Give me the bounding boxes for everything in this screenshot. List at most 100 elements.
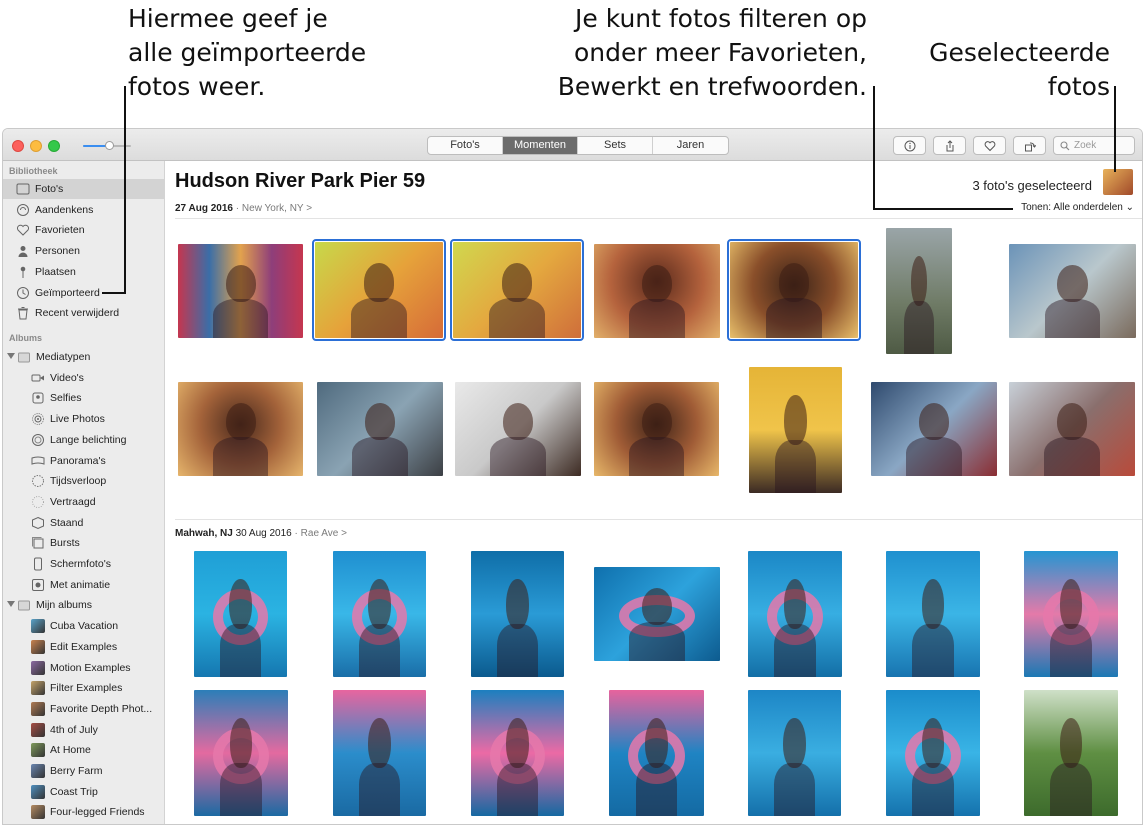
photo-thumbnail[interactable] [333, 551, 426, 677]
close-button[interactable] [12, 140, 24, 152]
callout-line: onder meer Favorieten, [573, 38, 867, 67]
moment-subtitle-2[interactable]: Mahwah, NJ 30 Aug 2016 · Rae Ave > [175, 528, 347, 539]
sidebar-item[interactable]: Met animatie [3, 575, 164, 595]
photo-thumbnail-selected[interactable] [727, 239, 861, 341]
rotate-button[interactable] [1013, 136, 1046, 155]
photo-thumbnail[interactable] [1024, 551, 1118, 677]
video-icon [31, 371, 45, 385]
portrait-icon [31, 516, 45, 530]
sidebar-item[interactable]: Plaatsen [3, 262, 164, 282]
sidebar-item[interactable]: 4th of July [3, 720, 164, 740]
subject-body-shape [220, 763, 262, 816]
separator-dot: · [235, 203, 240, 214]
photo-thumbnail[interactable] [594, 567, 720, 661]
photo-thumbnail-selected[interactable] [450, 239, 584, 341]
photo-thumbnail[interactable] [748, 551, 842, 677]
photo-thumbnail[interactable] [194, 551, 287, 677]
search-field[interactable]: Zoek [1053, 136, 1135, 155]
tab-moments[interactable]: Momenten [503, 137, 578, 154]
sidebar-item[interactable]: Live Photos [3, 409, 164, 429]
tab-years[interactable]: Jaren [653, 137, 728, 154]
subject-shape [368, 578, 391, 630]
moment-date: 30 Aug 2016 [235, 528, 292, 539]
subject-body-shape [765, 297, 823, 338]
sidebar-item[interactable]: Coast Trip [3, 782, 164, 802]
sidebar-item[interactable]: Video's [3, 368, 164, 388]
sidebar-item-label: Bursts [50, 537, 80, 550]
subject-shape [641, 264, 673, 303]
sidebar-item[interactable]: Favorite Depth Phot... [3, 699, 164, 719]
sidebar-item[interactable]: Geïmporteerd [3, 283, 164, 303]
photo-thumbnail[interactable] [194, 690, 288, 816]
photo-thumbnail[interactable] [178, 244, 303, 338]
photo-thumbnail[interactable] [748, 690, 841, 816]
sidebar-item-label: Cuba Vacation [50, 620, 119, 633]
photo-thumbnail[interactable] [1024, 690, 1118, 816]
disclosure-triangle-icon[interactable] [7, 353, 15, 359]
sidebar-item[interactable]: Recent verwijderd [3, 303, 164, 323]
photo-thumbnail[interactable] [317, 382, 443, 476]
sidebar-item[interactable]: Bursts [3, 533, 164, 553]
favorite-button[interactable] [973, 136, 1006, 155]
photo-thumbnail[interactable] [1009, 244, 1136, 338]
photo-thumbnail[interactable] [886, 690, 980, 816]
sidebar-item[interactable]: Schermfoto's [3, 554, 164, 574]
subject-shape [1057, 264, 1088, 303]
subject-body-shape [213, 436, 268, 476]
share-icon [946, 139, 953, 151]
sidebar-item[interactable]: Cuba Vacation [3, 616, 164, 636]
callout-line: fotos [1047, 72, 1110, 101]
info-button[interactable] [893, 136, 926, 155]
sidebar-item[interactable]: Mijn albums [3, 595, 164, 615]
sidebar-item[interactable]: Edit Examples [3, 637, 164, 657]
sidebar-item[interactable]: Lange belichting [3, 430, 164, 450]
photo-thumbnail[interactable] [871, 382, 997, 476]
callout-line: Je kunt fotos filteren op [575, 4, 867, 33]
sidebar-item[interactable]: Selfies [3, 388, 164, 408]
minimize-button[interactable] [30, 140, 42, 152]
photo-thumbnail[interactable] [886, 551, 980, 677]
zoom-button[interactable] [48, 140, 60, 152]
slider-knob[interactable] [105, 141, 114, 150]
sidebar-item[interactable]: Aandenkens [3, 200, 164, 220]
selected-photos-thumbnail[interactable] [1103, 169, 1133, 195]
sidebar-item[interactable]: Four-legged Friends [3, 802, 164, 822]
photo-thumbnail-selected[interactable] [312, 239, 446, 341]
photo-thumbnail[interactable] [333, 690, 426, 816]
subject-shape [921, 578, 945, 630]
photo-thumbnail[interactable] [594, 382, 719, 476]
sidebar-item[interactable]: Personen [3, 241, 164, 261]
photo-thumbnail[interactable] [594, 244, 720, 338]
photo-thumbnail[interactable] [749, 367, 842, 493]
photo-thumbnail[interactable] [886, 228, 952, 354]
photo-thumbnail[interactable] [609, 690, 704, 816]
sidebar-item-label: Selfies [50, 392, 82, 405]
moment-subtitle[interactable]: 27 Aug 2016 · New York, NY > [175, 203, 312, 214]
sidebar-item[interactable]: Staand [3, 513, 164, 533]
photo-thumbnail[interactable] [178, 382, 303, 476]
share-button[interactable] [933, 136, 966, 155]
sidebar-item[interactable]: Tijdsverloop [3, 471, 164, 491]
photo-thumbnail[interactable] [471, 690, 564, 816]
subject-body-shape [220, 624, 261, 677]
photo-thumbnail[interactable] [455, 382, 581, 476]
tab-collections[interactable]: Sets [578, 137, 653, 154]
sidebar-item[interactable]: Vertraagd [3, 492, 164, 512]
tab-photos[interactable]: Foto's [428, 137, 503, 154]
sidebar-item[interactable]: Favorieten [3, 220, 164, 240]
sidebar-item[interactable]: At Home [3, 740, 164, 760]
sidebar-item[interactable]: Berry Farm [3, 761, 164, 781]
photo-thumbnail[interactable] [471, 551, 564, 677]
photo-thumbnail[interactable] [1009, 382, 1135, 476]
sidebar-item[interactable]: Mediatypen [3, 347, 164, 367]
section-divider [175, 519, 1142, 520]
sidebar-item[interactable]: Foto's [3, 179, 164, 199]
callout-line: alle geïmporteerde [128, 38, 367, 67]
sidebar-item[interactable]: Filter Examples [3, 678, 164, 698]
sidebar-item[interactable]: Motion Examples [3, 658, 164, 678]
sidebar-item[interactable]: Panorama's [3, 451, 164, 471]
disclosure-triangle-icon[interactable] [7, 601, 15, 608]
album-thumbnail-icon [31, 681, 45, 696]
sidebar-item-label: Personen [35, 245, 80, 258]
show-filter-menu[interactable]: Tonen: Alle onderdelen ⌄ [1021, 202, 1134, 213]
